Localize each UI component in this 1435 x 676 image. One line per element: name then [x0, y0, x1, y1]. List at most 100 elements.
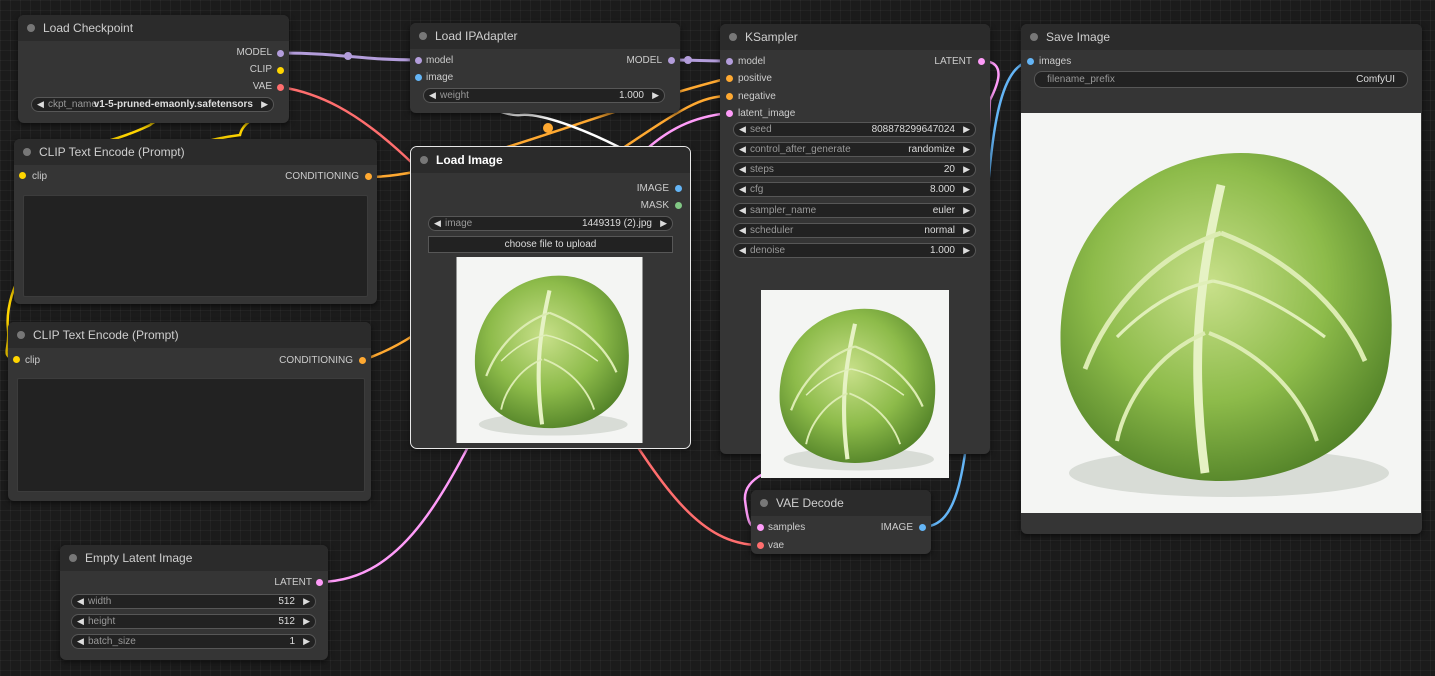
input-port-images[interactable]	[1027, 58, 1034, 65]
input-port-positive[interactable]	[726, 75, 733, 82]
steps-widget[interactable]: ◀ steps 20 ▶	[733, 162, 976, 177]
output-port-image[interactable]	[919, 524, 926, 531]
prompt-textarea[interactable]	[23, 195, 368, 297]
input-port-negative[interactable]	[726, 93, 733, 100]
decrement-arrow-icon[interactable]: ◀	[434, 218, 441, 229]
decrement-arrow-icon[interactable]: ◀	[739, 225, 746, 236]
decrement-arrow-icon[interactable]: ◀	[739, 144, 746, 155]
increment-arrow-icon[interactable]: ▶	[963, 225, 970, 236]
load-checkpoint-node[interactable]: Load Checkpoint MODEL CLIP VAE ◀ ckpt_na…	[18, 15, 289, 123]
output-port-model[interactable]	[668, 57, 675, 64]
decrement-arrow-icon[interactable]: ◀	[739, 124, 746, 135]
increment-arrow-icon[interactable]: ▶	[261, 99, 268, 110]
node-title-bar[interactable]: CLIP Text Encode (Prompt)	[14, 139, 377, 165]
decrement-arrow-icon[interactable]: ◀	[77, 616, 84, 627]
collapse-dot-icon[interactable]	[729, 33, 737, 41]
node-title-bar[interactable]: KSampler	[720, 24, 990, 50]
height-widget[interactable]: ◀ height 512 ▶	[71, 614, 316, 629]
increment-arrow-icon[interactable]: ▶	[963, 184, 970, 195]
batch-size-widget[interactable]: ◀ batch_size 1 ▶	[71, 634, 316, 649]
output-port-clip[interactable]	[277, 67, 284, 74]
prompt-textarea[interactable]	[17, 378, 365, 492]
decrement-arrow-icon[interactable]: ◀	[429, 90, 436, 101]
input-label-model: model	[426, 55, 454, 66]
collapse-dot-icon[interactable]	[420, 156, 428, 164]
empty-latent-image-node[interactable]: Empty Latent Image LATENT ◀ width 512 ▶ …	[60, 545, 328, 660]
decrement-arrow-icon[interactable]: ◀	[739, 184, 746, 195]
increment-arrow-icon[interactable]: ▶	[963, 164, 970, 175]
output-port-latent[interactable]	[978, 58, 985, 65]
image-file-combo[interactable]: ◀ image 1449319 (2).jpg ▶	[428, 216, 673, 231]
ckpt-name-combo[interactable]: ◀ ckpt_name v1-5-pruned-emaonly.safetens…	[31, 97, 274, 112]
input-port-latent-image[interactable]	[726, 110, 733, 117]
increment-arrow-icon[interactable]: ▶	[963, 245, 970, 256]
node-title-bar[interactable]: CLIP Text Encode (Prompt)	[8, 322, 371, 348]
save-image-node[interactable]: Save Image images filename_prefix ComfyU…	[1021, 24, 1422, 534]
input-port-vae[interactable]	[757, 542, 764, 549]
node-title-bar[interactable]: Load IPAdapter	[410, 23, 680, 49]
increment-arrow-icon[interactable]: ▶	[303, 636, 310, 647]
seed-widget[interactable]: ◀ seed 808878299647024 ▶	[733, 122, 976, 137]
collapse-dot-icon[interactable]	[419, 32, 427, 40]
weight-slider[interactable]: ◀ weight 1.000 ▶	[423, 88, 665, 103]
vae-decode-node[interactable]: VAE Decode samples vae IMAGE	[751, 490, 931, 554]
output-port-latent[interactable]	[316, 579, 323, 586]
decrement-arrow-icon[interactable]: ◀	[77, 636, 84, 647]
increment-arrow-icon[interactable]: ▶	[303, 616, 310, 627]
denoise-widget[interactable]: ◀ denoise 1.000 ▶	[733, 243, 976, 258]
increment-arrow-icon[interactable]: ▶	[963, 205, 970, 216]
output-port-conditioning[interactable]	[359, 357, 366, 364]
node-title-bar[interactable]: Load Image	[411, 147, 690, 173]
filename-prefix-input[interactable]: filename_prefix ComfyUI	[1034, 71, 1408, 88]
node-title-bar[interactable]: Save Image	[1021, 24, 1422, 50]
collapse-dot-icon[interactable]	[17, 331, 25, 339]
collapse-dot-icon[interactable]	[27, 24, 35, 32]
node-title: Load Checkpoint	[43, 21, 134, 35]
increment-arrow-icon[interactable]: ▶	[963, 124, 970, 135]
collapse-dot-icon[interactable]	[69, 554, 77, 562]
cfg-widget[interactable]: ◀ cfg 8.000 ▶	[733, 182, 976, 197]
sampler-name-widget[interactable]: ◀ sampler_name euler ▶	[733, 203, 976, 218]
decrement-arrow-icon[interactable]: ◀	[739, 205, 746, 216]
output-label-mask: MASK	[640, 200, 669, 211]
input-label-model: model	[738, 56, 766, 67]
output-port-model[interactable]	[277, 50, 284, 57]
input-port-model[interactable]	[415, 57, 422, 64]
input-port-samples[interactable]	[757, 524, 764, 531]
load-image-node[interactable]: Load Image IMAGE MASK ◀ image 1449319 (2…	[410, 146, 691, 449]
node-title: CLIP Text Encode (Prompt)	[33, 328, 179, 342]
load-ipadapter-node[interactable]: Load IPAdapter model image MODEL ◀ weigh…	[410, 23, 680, 113]
clip-text-encode-node-1[interactable]: CLIP Text Encode (Prompt) clip CONDITION…	[14, 139, 377, 304]
output-label-image: IMAGE	[636, 183, 669, 194]
decrement-arrow-icon[interactable]: ◀	[77, 596, 84, 607]
widget-value: 8.000	[929, 184, 955, 195]
input-port-clip[interactable]	[19, 172, 26, 179]
output-port-vae[interactable]	[277, 84, 284, 91]
collapse-dot-icon[interactable]	[760, 499, 768, 507]
input-port-clip[interactable]	[13, 356, 20, 363]
width-widget[interactable]: ◀ width 512 ▶	[71, 594, 316, 609]
decrement-arrow-icon[interactable]: ◀	[739, 245, 746, 256]
input-port-image[interactable]	[415, 74, 422, 81]
scheduler-widget[interactable]: ◀ scheduler normal ▶	[733, 223, 976, 238]
increment-arrow-icon[interactable]: ▶	[652, 90, 659, 101]
increment-arrow-icon[interactable]: ▶	[303, 596, 310, 607]
collapse-dot-icon[interactable]	[1030, 33, 1038, 41]
choose-file-upload-button[interactable]: choose file to upload	[428, 236, 673, 253]
decrement-arrow-icon[interactable]: ◀	[739, 164, 746, 175]
increment-arrow-icon[interactable]: ▶	[963, 144, 970, 155]
increment-arrow-icon[interactable]: ▶	[660, 218, 667, 229]
widget-label: cfg	[750, 184, 764, 195]
decrement-arrow-icon[interactable]: ◀	[37, 99, 44, 110]
collapse-dot-icon[interactable]	[23, 148, 31, 156]
node-title-bar[interactable]: Empty Latent Image	[60, 545, 328, 571]
output-port-conditioning[interactable]	[365, 173, 372, 180]
output-port-mask[interactable]	[675, 202, 682, 209]
node-title-bar[interactable]: Load Checkpoint	[18, 15, 289, 41]
ksampler-node[interactable]: KSampler model positive negative latent_…	[720, 24, 990, 454]
clip-text-encode-node-2[interactable]: CLIP Text Encode (Prompt) clip CONDITION…	[8, 322, 371, 501]
input-port-model[interactable]	[726, 58, 733, 65]
output-port-image[interactable]	[675, 185, 682, 192]
node-title-bar[interactable]: VAE Decode	[751, 490, 931, 516]
control-after-generate-widget[interactable]: ◀ control_after_generate randomize ▶	[733, 142, 976, 157]
